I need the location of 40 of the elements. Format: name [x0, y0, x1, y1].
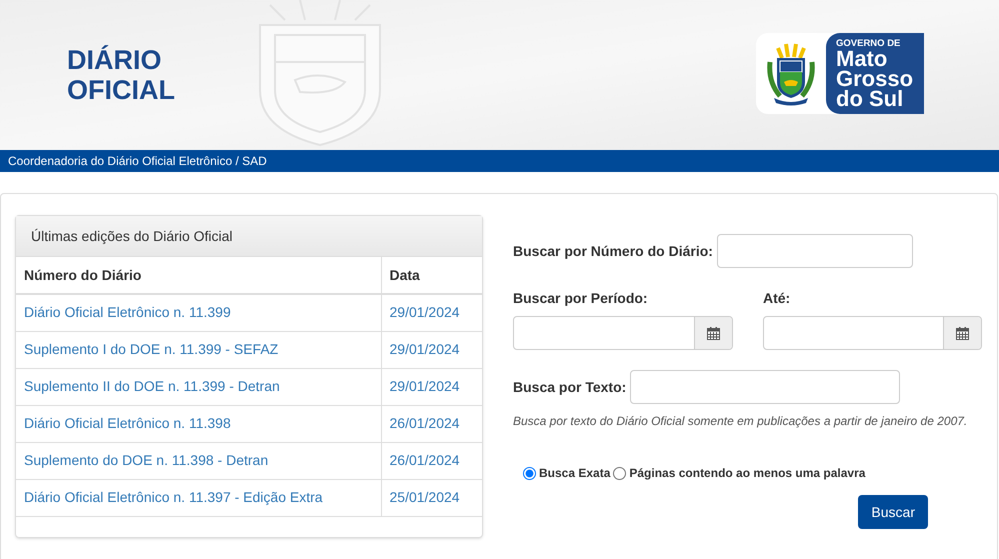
title-text: DIÁRIO	[67, 45, 162, 75]
edition-link[interactable]: Suplemento do DOE n. 11.398 - Detran	[24, 452, 268, 468]
title-text: OFICIAL	[67, 75, 175, 105]
radio-button[interactable]	[523, 466, 536, 480]
calendar-icon	[707, 326, 720, 340]
search-button[interactable]: Buscar	[858, 495, 928, 529]
date-link[interactable]: 25/01/2024	[390, 489, 460, 505]
calendar-icon	[956, 326, 969, 340]
hint-text: Busca por texto do Diário Oficial somente em publicações a partir de janeiro de 2007.	[513, 413, 968, 430]
field-label: Buscar por Número do Diário:	[513, 242, 713, 261]
edition-link[interactable]: Diário Oficial Eletrônico n. 11.399	[24, 304, 231, 320]
field-label: Busca por Texto:	[513, 378, 626, 397]
option-label: Busca Exata	[539, 465, 610, 482]
field-label: Até:	[763, 289, 792, 308]
date-field[interactable]	[763, 316, 982, 350]
column-header: Número do Diário	[16, 257, 381, 294]
field-label: Buscar por Período:	[513, 289, 649, 308]
date-link[interactable]: 29/01/2024	[390, 304, 460, 320]
date-link[interactable]: 29/01/2024	[390, 341, 460, 357]
number-field[interactable]	[716, 234, 913, 268]
edition-link[interactable]: Suplemento II do DOE n. 11.399 - Detran	[24, 378, 280, 394]
option-label: Páginas contendo ao menos uma palavra	[629, 465, 866, 482]
subtitle-bar: Coordenadoria do Diário Oficial Eletrônico / SAD	[0, 150, 999, 172]
edition-link[interactable]: Diário Oficial Eletrônico n. 11.398	[24, 415, 231, 431]
text-field[interactable]	[630, 370, 900, 404]
date-link[interactable]: 26/01/2024	[390, 415, 460, 431]
edition-link[interactable]: Suplemento I do DOE n. 11.399 - SEFAZ	[24, 341, 278, 357]
edition-link[interactable]: Diário Oficial Eletrônico n. 11.397 - Edição Extra	[24, 489, 323, 505]
panel-heading: Últimas edições do Diário Oficial	[16, 216, 482, 257]
logo-text: do Sul	[836, 89, 904, 109]
logo-text: Mato	[836, 49, 888, 69]
date-field[interactable]	[513, 316, 733, 350]
logo-text: Grosso	[836, 69, 914, 89]
column-header: Data	[381, 257, 482, 294]
radio-button[interactable]	[613, 466, 626, 480]
logo-text: GOVERNO DE	[836, 38, 902, 49]
date-link[interactable]: 26/01/2024	[390, 452, 460, 468]
state-logo[interactable]: GOVERNO DE Mato Grosso do Sul	[756, 33, 924, 114]
date-link[interactable]: 29/01/2024	[390, 378, 460, 394]
coat-of-arms-icon	[766, 42, 816, 106]
